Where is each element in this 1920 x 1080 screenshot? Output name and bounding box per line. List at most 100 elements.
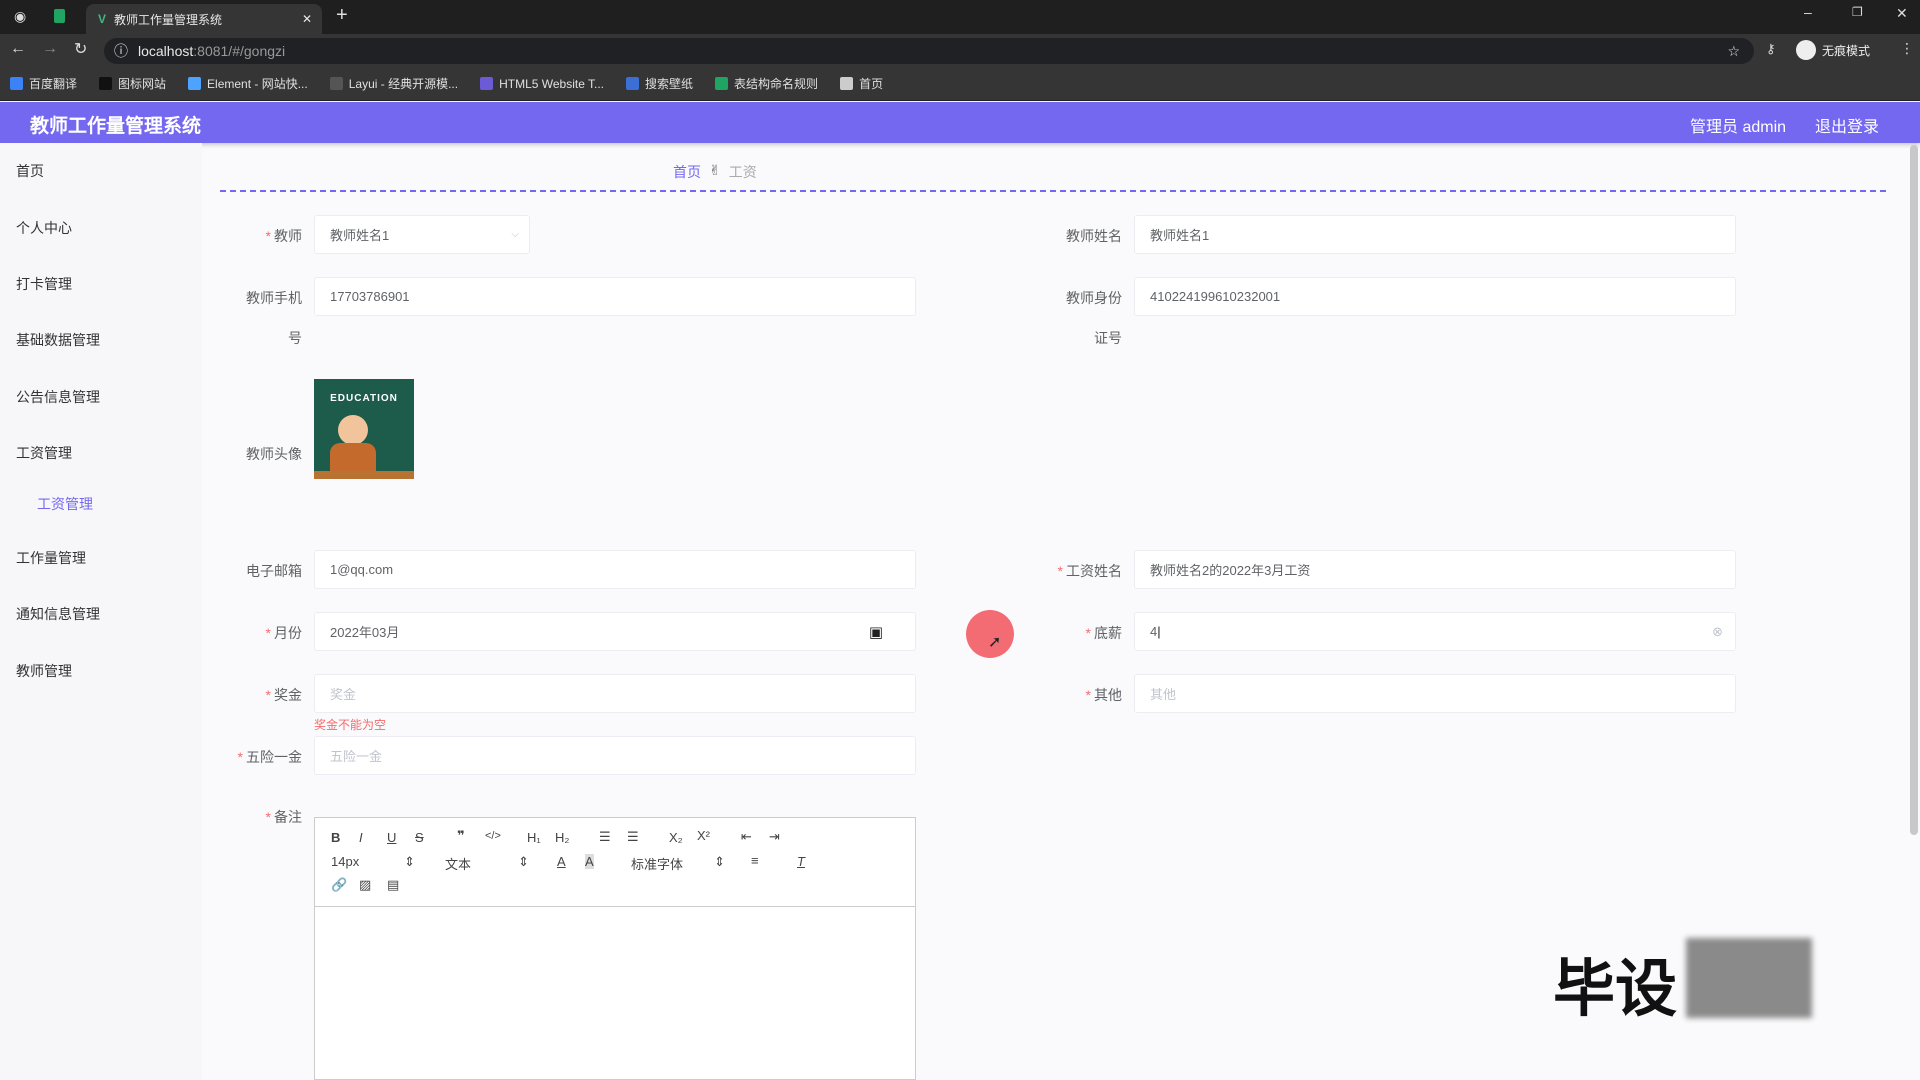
link-icon[interactable]: 🔗 <box>331 877 347 893</box>
sidebar-item-attendance[interactable]: 打卡管理 <box>16 274 72 294</box>
sidebar-item-workload[interactable]: 工作量管理 <box>16 548 86 568</box>
key-icon[interactable]: ⚷ <box>1766 41 1776 57</box>
bonus-error: 奖金不能为空 <box>314 718 387 732</box>
outdent-icon[interactable]: ⇤ <box>741 829 752 845</box>
font-size-select[interactable]: 14px ⇕ <box>331 854 415 870</box>
bookmark-item[interactable]: Layui - 经典开源模... <box>329 75 459 92</box>
bold-icon[interactable]: B <box>331 830 340 845</box>
subscript-icon[interactable]: X₂ <box>669 830 683 845</box>
phone-input[interactable]: 17703786901 <box>314 277 916 316</box>
app-title: 教师工作量管理系统 <box>30 116 202 137</box>
salary-name-input[interactable]: 教师姓名2的2022年3月工资 <box>1134 550 1736 589</box>
close-window-icon[interactable]: ✕ <box>1896 5 1908 22</box>
base-salary-label: * 底薪 <box>1085 625 1122 641</box>
align-icon[interactable]: ≡ <box>751 853 759 868</box>
sidebar-item-announcement[interactable]: 公告信息管理 <box>16 387 100 407</box>
reload-icon[interactable]: ↻ <box>74 39 87 59</box>
bookmark-icon <box>10 77 23 90</box>
restore-icon[interactable]: ❐ <box>1852 5 1863 19</box>
globe-icon[interactable]: ◉ <box>14 8 26 25</box>
ordered-list-icon[interactable]: ☰ <box>599 829 611 845</box>
font-color-icon[interactable]: A <box>557 854 566 869</box>
new-tab-icon[interactable]: + <box>336 4 348 27</box>
info-icon: ⓘ <box>114 43 128 59</box>
other-input[interactable]: 其他 <box>1134 674 1736 713</box>
bookmark-item[interactable]: HTML5 Website T... <box>480 77 604 91</box>
vue-icon: V <box>98 12 107 26</box>
id-card-value: 410224199610232001 <box>1150 289 1281 304</box>
incognito-icon <box>1796 40 1816 60</box>
id-card-input[interactable]: 410224199610232001 <box>1134 277 1736 316</box>
sidebar-item-home[interactable]: 首页 <box>16 161 44 181</box>
teacher-select[interactable]: 教师姓名1 ⌵ <box>314 215 530 254</box>
back-icon[interactable]: ← <box>10 40 26 58</box>
bookmark-item[interactable]: 百度翻译 <box>10 75 77 92</box>
sidebar-item-teacher[interactable]: 教师管理 <box>16 661 72 681</box>
calendar-icon[interactable]: ▣ <box>869 623 883 641</box>
tab-title: 教师工作量管理系统 <box>114 12 223 27</box>
active-tab[interactable]: V 教师工作量管理系统 ✕ <box>86 4 322 34</box>
bookmark-label: Layui - 经典开源模... <box>348 77 459 91</box>
italic-icon[interactable]: I <box>359 830 363 845</box>
sidebar-item-profile[interactable]: 个人中心 <box>16 218 72 238</box>
bookmark-item[interactable]: 表结构命名规则 <box>715 75 818 92</box>
bonus-label: * 奖金 <box>265 687 302 703</box>
editor-toolbar: B I U S ❞ </> H₁ H₂ ☰ ☰ X₂ X² ⇤ ⇥ 14px ⇕ … <box>315 818 915 907</box>
email-input[interactable]: 1@qq.com <box>314 550 916 589</box>
url-input[interactable]: ⓘ localhost:8081/#/gongzi ☆ <box>104 38 1754 64</box>
superscript-icon[interactable]: X² <box>697 828 710 843</box>
bookmark-label: 首页 <box>859 77 884 91</box>
logout-button[interactable]: 退出登录 <box>1815 113 1879 137</box>
breadcrumb-home[interactable]: 首页 <box>673 162 701 182</box>
header-select[interactable]: 文本 ⇕ <box>445 854 529 873</box>
teacher-name-input[interactable]: 教师姓名1 <box>1134 215 1736 254</box>
bonus-input[interactable]: 奖金 <box>314 674 916 713</box>
editor-content[interactable] <box>315 907 915 1077</box>
bookmark-icon <box>715 77 729 90</box>
bookmark-label: Element - 网站快... <box>207 77 308 91</box>
page-scrollbar[interactable] <box>1910 145 1918 835</box>
indent-icon[interactable]: ⇥ <box>769 829 780 845</box>
sidebar-item-notification[interactable]: 通知信息管理 <box>16 604 100 624</box>
email-value: 1@qq.com <box>330 562 394 577</box>
breadcrumb: 首页 ✌ 工资 <box>673 162 757 182</box>
minimize-icon[interactable]: – <box>1804 4 1812 20</box>
bookmark-icon <box>840 77 854 90</box>
blockquote-icon[interactable]: ❞ <box>457 828 465 844</box>
bookmark-item[interactable]: 搜索壁纸 <box>626 75 693 92</box>
bullet-list-icon[interactable]: ☰ <box>627 829 639 845</box>
browser-tab-bar: ◉ V 教师工作量管理系统 ✕ + – ❐ ✕ <box>0 0 1920 34</box>
bookmark-icon <box>188 77 202 90</box>
clear-format-icon[interactable]: T <box>797 854 805 869</box>
sidebar-item-basic-data[interactable]: 基础数据管理 <box>16 330 100 350</box>
sidebar-subitem-salary[interactable]: 工资管理 <box>37 494 93 514</box>
base-salary-input[interactable]: 4 | ⊗ <box>1134 612 1736 651</box>
star-icon[interactable]: ☆ <box>1727 43 1740 60</box>
underline-icon[interactable]: U <box>387 830 396 845</box>
bookmark-item[interactable]: 首页 <box>840 75 883 92</box>
sheets-tab-icon[interactable] <box>54 9 65 23</box>
salary-name-label: * 工资姓名 <box>1057 563 1122 579</box>
teacher-avatar-image[interactable]: EDUCATION <box>314 379 414 479</box>
bookmark-item[interactable]: 图标网站 <box>99 75 166 92</box>
video-icon[interactable]: ▤ <box>387 877 399 893</box>
clear-icon[interactable]: ⊗ <box>1712 624 1723 640</box>
menu-icon[interactable]: ⋮ <box>1900 40 1914 57</box>
insurance-placeholder: 五险一金 <box>330 749 383 764</box>
strike-icon[interactable]: S <box>415 830 424 845</box>
bookmark-item[interactable]: Element - 网站快... <box>188 75 308 92</box>
forward-icon[interactable]: → <box>42 40 58 58</box>
month-value: 2022年03月 <box>330 625 400 640</box>
code-icon[interactable]: </> <box>485 830 501 842</box>
close-tab-icon[interactable]: ✕ <box>302 12 312 26</box>
id-card-label: 教师身份 <box>1066 290 1122 306</box>
incognito-badge[interactable]: 无痕模式 <box>1796 40 1870 60</box>
sidebar-item-salary[interactable]: 工资管理 <box>16 443 72 463</box>
h2-icon[interactable]: H₂ <box>555 830 569 845</box>
image-icon[interactable]: ▨ <box>359 877 371 893</box>
insurance-input[interactable]: 五险一金 <box>314 736 916 775</box>
h1-icon[interactable]: H₁ <box>527 830 541 845</box>
font-family-select[interactable]: 标准字体 ⇕ <box>631 854 725 873</box>
background-color-icon[interactable]: A <box>585 854 594 869</box>
month-input[interactable]: 2022年03月 ▣ <box>314 612 916 651</box>
